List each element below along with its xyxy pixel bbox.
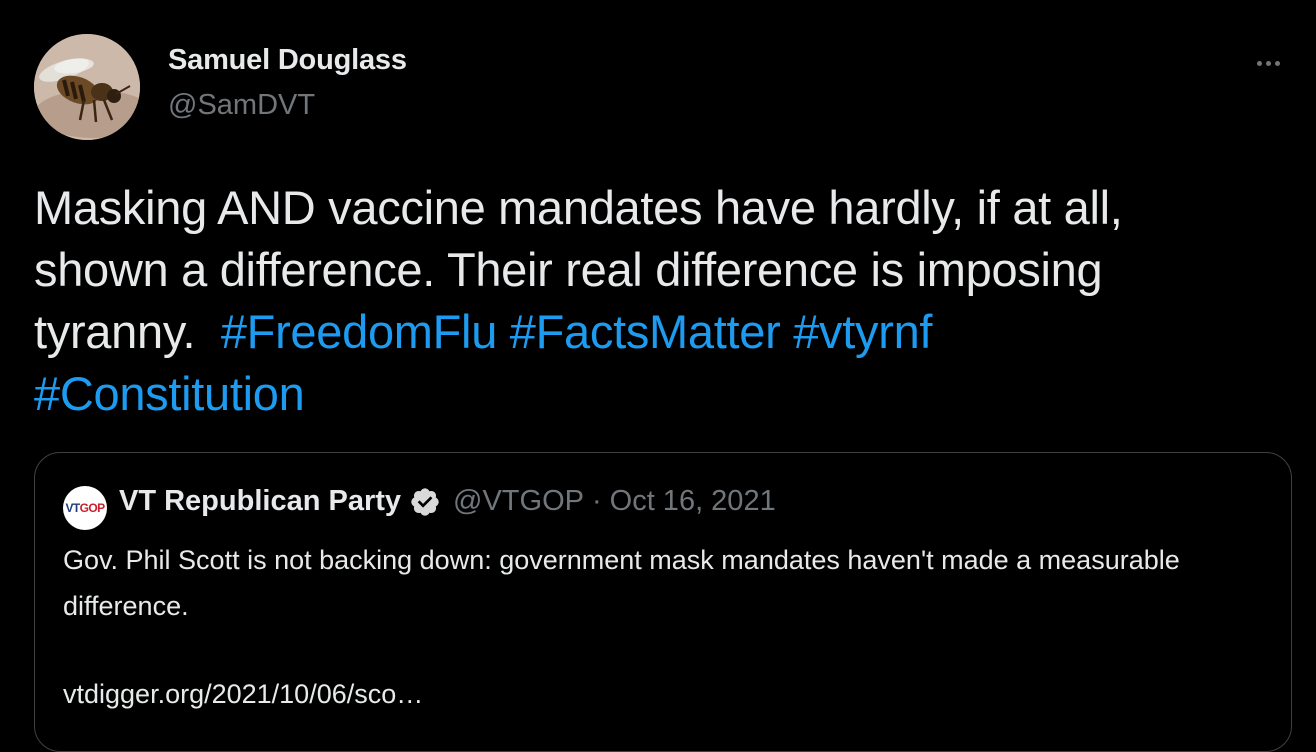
quoted-tweet-link[interactable]: vtdigger.org/2021/10/06/sco… [63, 671, 423, 717]
dot-icon [1256, 60, 1262, 66]
dot-icon [1265, 60, 1271, 66]
quoted-author-handle[interactable]: @VTGOP [453, 485, 584, 518]
quoted-tweet-date[interactable]: Oct 16, 2021 [610, 485, 776, 518]
tweet-text-line: shown a difference. Their real differenc… [34, 243, 1103, 296]
tweet-text-line: tyranny. [34, 305, 221, 358]
tweet: Samuel Douglass @SamDVT Masking AND vacc… [0, 0, 1316, 752]
bee-icon [34, 34, 140, 140]
hashtag-link[interactable]: #Constitution [34, 367, 305, 420]
author-avatar[interactable] [34, 34, 140, 140]
quoted-tweet-text: Gov. Phil Scott is not backing down: gov… [63, 545, 1180, 621]
vtgop-avatar[interactable]: VTGOP [63, 486, 107, 530]
tweet-text-line: Masking AND vaccine mandates have hardly… [34, 181, 1123, 234]
quoted-tweet[interactable]: VTGOP VT Republican Party @VTGOP · Oct 1… [34, 452, 1292, 752]
vtgop-logo: VTGOP [65, 501, 105, 515]
separator-dot: · [591, 485, 602, 517]
more-options-icon[interactable] [1248, 48, 1288, 78]
quoted-tweet-header: VT Republican Party @VTGOP · Oct 16, 202… [119, 485, 776, 518]
verified-badge-icon [409, 486, 441, 518]
hashtag-link[interactable]: #FactsMatter [510, 305, 781, 358]
tweet-text: Masking AND vaccine mandates have hardly… [34, 177, 1284, 425]
hashtag-link[interactable]: #vtyrnf [793, 305, 932, 358]
logo-gop-text: GOP [79, 501, 105, 515]
dot-icon [1274, 60, 1280, 66]
author-handle[interactable]: @SamDVT [168, 89, 315, 122]
logo-vt-text: VT [65, 501, 80, 515]
hashtag-link[interactable]: #FreedomFlu [221, 305, 498, 358]
author-name[interactable]: Samuel Douglass [168, 44, 407, 77]
quoted-author-name[interactable]: VT Republican Party [119, 485, 401, 518]
